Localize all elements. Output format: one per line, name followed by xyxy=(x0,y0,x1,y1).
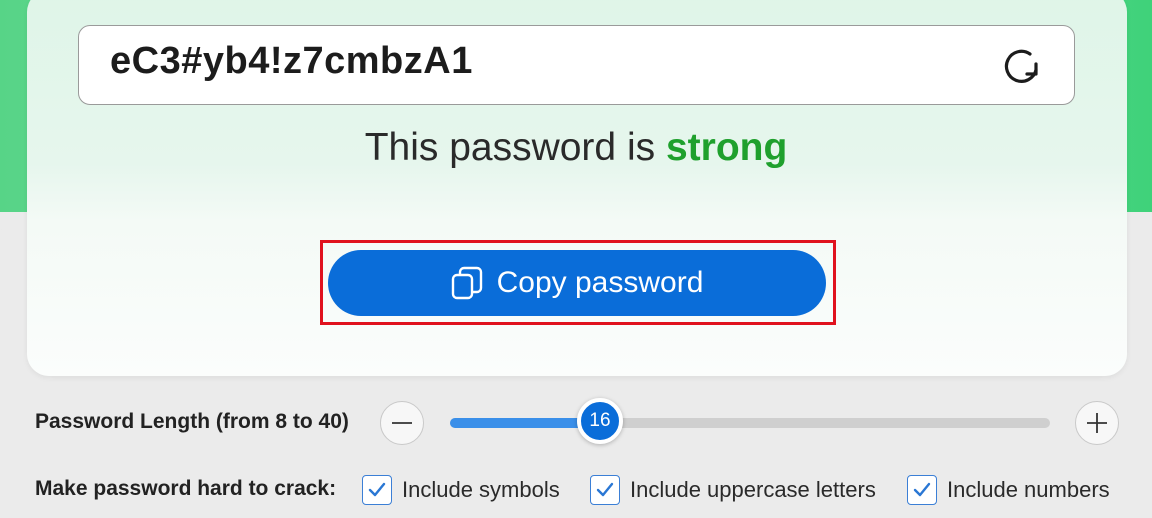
password-field[interactable]: eC3#yb4!z7cmbzA1 xyxy=(78,25,1075,105)
checkbox-include-uppercase[interactable] xyxy=(590,475,620,505)
option-label: Include uppercase letters xyxy=(630,477,876,502)
length-value: 16 xyxy=(589,410,611,431)
plus-icon xyxy=(1087,413,1107,433)
strength-prefix: This password is xyxy=(364,126,656,169)
checkbox-include-numbers[interactable] xyxy=(907,475,937,505)
minus-icon xyxy=(392,422,412,424)
strength-message: This password is strong xyxy=(0,126,1152,170)
option-label: Include numbers xyxy=(947,477,1110,502)
password-length-label: Password Length (from 8 to 40) xyxy=(35,410,349,433)
decrease-length-button[interactable] xyxy=(380,401,424,445)
checkmark-icon xyxy=(913,482,931,497)
option-include-uppercase[interactable]: Include uppercase letters xyxy=(590,474,876,506)
option-include-numbers[interactable]: Include numbers xyxy=(907,474,1110,506)
hard-to-crack-label: Make password hard to crack: xyxy=(35,477,337,500)
copy-icon xyxy=(451,266,483,300)
checkbox-include-symbols[interactable] xyxy=(362,475,392,505)
option-include-symbols[interactable]: Include symbols xyxy=(362,474,560,506)
length-slider-thumb[interactable]: 16 xyxy=(577,398,623,444)
refresh-icon[interactable] xyxy=(1000,44,1044,88)
copy-password-label: Copy password xyxy=(496,266,704,299)
password-value[interactable]: eC3#yb4!z7cmbzA1 xyxy=(110,40,473,83)
increase-length-button[interactable] xyxy=(1075,401,1119,445)
length-slider-track[interactable] xyxy=(450,418,1050,428)
copy-password-button[interactable]: Copy password xyxy=(328,250,826,316)
strength-level: strong xyxy=(665,126,788,169)
option-label: Include symbols xyxy=(402,477,560,502)
checkmark-icon xyxy=(368,482,386,497)
checkmark-icon xyxy=(596,482,614,497)
